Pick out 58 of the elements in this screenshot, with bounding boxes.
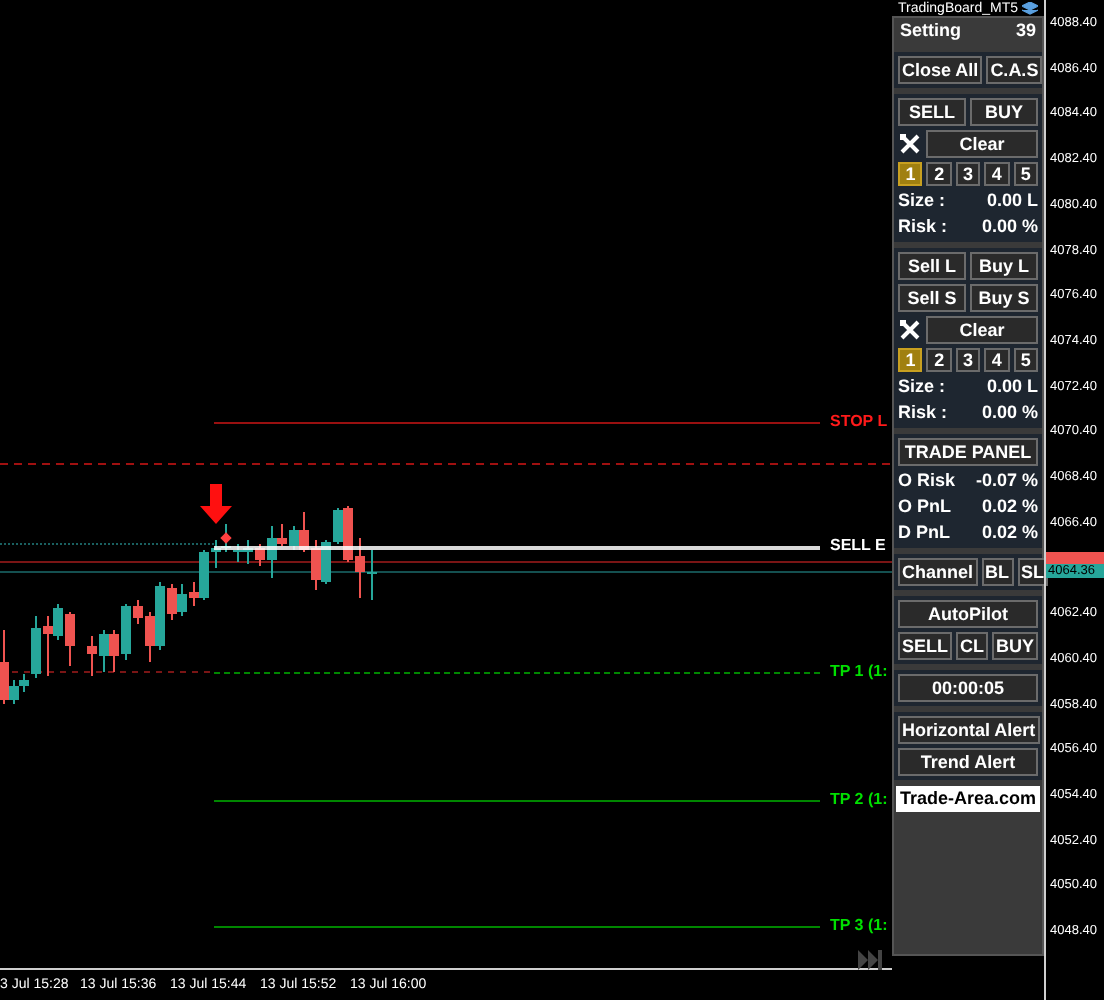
panel-button[interactable]: TRADE PANEL [898, 438, 1038, 466]
stat-label: Size : [898, 190, 946, 212]
scroll-end-icon[interactable] [858, 950, 882, 970]
sell-arrow-icon [200, 484, 232, 524]
number-button[interactable]: 5 [1013, 348, 1039, 372]
panel-button[interactable]: Sell L [898, 252, 966, 280]
clear-button[interactable]: Clear [926, 316, 1038, 344]
stat-label: Risk : [898, 216, 948, 238]
level-label: TP 1 (1: [830, 664, 888, 680]
number-button[interactable]: 1 [898, 162, 923, 186]
website-link[interactable]: Trade-Area.com [896, 786, 1040, 812]
panel-button[interactable]: 00:00:05 [898, 674, 1038, 702]
panel-button[interactable]: C.A.S [986, 56, 1043, 84]
stat-label: Risk : [898, 402, 948, 424]
level-label: SELL E [830, 538, 886, 554]
clear-button[interactable]: Clear [926, 130, 1038, 158]
panel-button[interactable]: SELL [898, 98, 966, 126]
stat-value: 0.00 % [981, 402, 1038, 424]
stat-value: 0.02 % [981, 522, 1038, 544]
panel-button[interactable]: BUY [992, 632, 1039, 660]
panel-button[interactable]: AutoPilot [898, 600, 1038, 628]
number-button[interactable]: 1 [898, 348, 923, 372]
stat-value: 0.00 L [986, 190, 1038, 212]
number-button[interactable]: 2 [926, 348, 952, 372]
setting-label: Setting [900, 18, 961, 45]
number-button[interactable]: 4 [984, 162, 1010, 186]
tools-icon[interactable] [898, 132, 922, 156]
panel-button[interactable]: BL [981, 558, 1014, 586]
stat-value: 0.00 L [986, 376, 1038, 398]
number-button[interactable]: 4 [984, 348, 1010, 372]
stack-icon [1022, 1, 1039, 15]
level-label: STOP L [830, 414, 888, 430]
stat-label: O Risk [898, 470, 956, 492]
stat-label: O PnL [898, 496, 951, 518]
number-button[interactable]: 5 [1013, 162, 1039, 186]
number-button[interactable]: 3 [955, 162, 981, 186]
panel-button[interactable]: BUY [970, 98, 1038, 126]
diamond-marker [220, 532, 232, 544]
stat-value: 0.02 % [981, 496, 1038, 518]
panel-button[interactable]: Channel [898, 558, 978, 586]
stat-value: 0.00 % [981, 216, 1038, 238]
panel-button[interactable]: Buy S [970, 284, 1038, 312]
panel-button[interactable]: Trend Alert [898, 748, 1038, 776]
number-button[interactable]: 2 [926, 162, 952, 186]
panel-button[interactable]: CL [956, 632, 989, 660]
panel-button[interactable]: SELL [898, 632, 953, 660]
stat-label: D PnL [898, 522, 950, 544]
setting-value: 39 [1015, 18, 1036, 45]
number-button[interactable]: 3 [955, 348, 981, 372]
panel-button[interactable]: Buy L [970, 252, 1038, 280]
tools-icon[interactable] [898, 318, 922, 342]
level-label: TP 3 (1: [830, 918, 888, 934]
panel-button[interactable]: Horizontal Alert [898, 716, 1040, 744]
stat-value: -0.07 % [975, 470, 1038, 492]
panel-button[interactable]: Close All [898, 56, 983, 84]
panel-button[interactable]: Sell S [898, 284, 966, 312]
level-label: TP 2 (1: [830, 792, 888, 808]
stat-label: Size : [898, 376, 946, 398]
